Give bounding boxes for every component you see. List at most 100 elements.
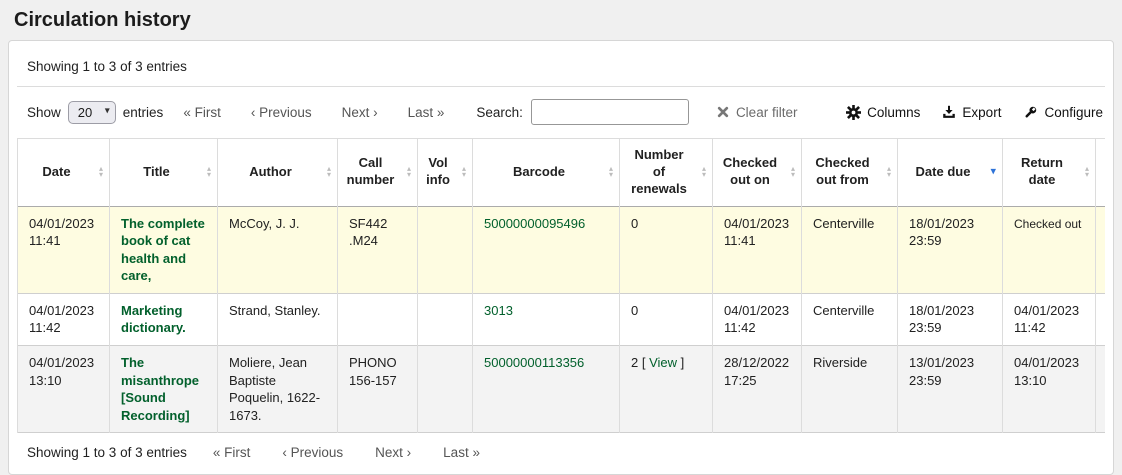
view-renewals-link[interactable]: View xyxy=(649,355,677,370)
cell-checked_out_from: Centerville xyxy=(802,206,898,293)
cell-author: Moliere, Jean Baptiste Poquelin, 1622-16… xyxy=(218,345,338,432)
column-header-label: Checked out from xyxy=(815,155,869,187)
wrench-icon xyxy=(1023,105,1038,120)
column-header-label: Title xyxy=(143,164,170,179)
cell-date: 04/01/2023 11:41 xyxy=(18,206,110,293)
cell-spacer xyxy=(1096,206,1106,293)
column-header-call-number[interactable]: Call number ▴▾ xyxy=(338,139,418,207)
table-wrapper: Date▴▾Title▴▾Author▴▾Call number▴▾Vol in… xyxy=(17,138,1105,433)
column-header-label: Date xyxy=(42,164,70,179)
column-header-title[interactable]: Title ▴▾ xyxy=(110,139,218,207)
cell-barcode: 3013 xyxy=(473,293,620,345)
entries-label: entries xyxy=(123,105,164,120)
cell-barcode: 50000000113356 xyxy=(473,345,620,432)
title-link[interactable]: The complete book of cat health and care… xyxy=(121,216,205,284)
pagination-next[interactable]: Next › xyxy=(342,105,378,120)
cell-renewals: 0 xyxy=(620,206,713,293)
column-header-date[interactable]: Date▴▾ xyxy=(18,139,110,207)
table-controls: Show 20 ▾ entries « First ‹ Previous Nex… xyxy=(17,99,1105,125)
cell-date: 04/01/2023 11:42 xyxy=(18,293,110,345)
cell-return_date: Checked out xyxy=(1003,206,1096,293)
column-header-label: Checked out on xyxy=(723,155,777,187)
barcode-link[interactable]: 3013 xyxy=(484,303,513,318)
cell-barcode: 50000000095496 xyxy=(473,206,620,293)
cell-checked_out_on: 04/01/2023 11:42 xyxy=(713,293,802,345)
page-title: Circulation history xyxy=(14,9,1122,32)
showing-info-top: Showing 1 to 3 of 3 entries xyxy=(17,49,1105,87)
column-header-label: Barcode xyxy=(513,164,565,179)
search-input[interactable] xyxy=(531,99,689,125)
pagination-last[interactable]: Last » xyxy=(408,105,445,120)
column-header-author[interactable]: Author▴▾ xyxy=(218,139,338,207)
configure-button[interactable]: Configure xyxy=(1023,105,1103,120)
cell-renewals: 2 [ View ] xyxy=(620,345,713,432)
table-row: 04/01/2023 13:10The misanthrope [Sound R… xyxy=(18,345,1106,432)
pagination-previous[interactable]: ‹ Previous xyxy=(282,445,343,460)
column-header-spacer xyxy=(1096,139,1106,207)
pagination-bottom: « First ‹ Previous Next › Last » xyxy=(213,445,480,460)
page-size-select-wrap: 20 ▾ xyxy=(68,101,116,124)
column-header-label: Date due xyxy=(916,164,971,179)
cell-author: McCoy, J. J. xyxy=(218,206,338,293)
column-header-checked-out-on[interactable]: Checked out on▴▾ xyxy=(713,139,802,207)
show-label: Show xyxy=(27,105,61,120)
title-link[interactable]: Marketing dictionary. xyxy=(121,303,186,336)
export-button[interactable]: Export xyxy=(942,105,1001,120)
column-header-label: Number of renewals xyxy=(631,147,687,196)
pagination-top: « First ‹ Previous Next › Last » xyxy=(183,105,444,120)
pagination-last[interactable]: Last » xyxy=(443,445,480,460)
table-row: 04/01/2023 11:41The complete book of cat… xyxy=(18,206,1106,293)
sort-icon: ▴▾ xyxy=(407,166,411,178)
cell-renewals: 0 xyxy=(620,293,713,345)
column-header-checked-out-from[interactable]: Checked out from ▴▾ xyxy=(802,139,898,207)
cell-return_date: 04/01/2023 13:10 xyxy=(1003,345,1096,432)
column-header-vol-info[interactable]: Vol info▴▾ xyxy=(418,139,473,207)
pagination-previous[interactable]: ‹ Previous xyxy=(251,105,312,120)
cell-date: 04/01/2023 13:10 xyxy=(18,345,110,432)
cell-title: The misanthrope [Sound Recording] xyxy=(110,345,218,432)
column-header-number-of-renewals[interactable]: Number of renewals▴▾ xyxy=(620,139,713,207)
download-icon xyxy=(942,105,956,119)
page-size-select[interactable]: 20 xyxy=(68,101,116,124)
sort-icon: ▴▾ xyxy=(1085,166,1089,178)
clear-filter-label: Clear filter xyxy=(736,105,798,120)
column-header-label: Call number xyxy=(347,155,395,187)
showing-info-bottom: Showing 1 to 3 of 3 entries xyxy=(27,445,187,460)
barcode-link[interactable]: 50000000095496 xyxy=(484,216,585,231)
column-header-label: Author xyxy=(249,164,292,179)
cell-vol_info xyxy=(418,293,473,345)
columns-button[interactable]: Columns xyxy=(846,105,920,120)
results-panel: Showing 1 to 3 of 3 entries Show 20 ▾ en… xyxy=(8,40,1114,475)
checked-out-status: Checked out xyxy=(1014,217,1081,231)
sort-icon: ▴▾ xyxy=(207,166,211,178)
clear-filter-button[interactable]: Clear filter xyxy=(717,105,798,120)
cell-vol_info xyxy=(418,345,473,432)
pagination-first[interactable]: « First xyxy=(213,445,251,460)
sort-icon: ▴▾ xyxy=(609,166,613,178)
cell-return_date: 04/01/2023 11:42 xyxy=(1003,293,1096,345)
search-label: Search: xyxy=(476,105,523,120)
pagination-first[interactable]: « First xyxy=(183,105,221,120)
column-header-date-due[interactable]: Date due▾ xyxy=(898,139,1003,207)
cell-checked_out_on: 04/01/2023 11:41 xyxy=(713,206,802,293)
barcode-link[interactable]: 50000000113356 xyxy=(484,355,584,370)
cell-vol_info xyxy=(418,206,473,293)
return-date-value: 04/01/2023 11:42 xyxy=(1014,303,1079,336)
columns-button-label: Columns xyxy=(867,105,920,120)
configure-button-label: Configure xyxy=(1044,105,1103,120)
cell-title: The complete book of cat health and care… xyxy=(110,206,218,293)
column-header-label: Return date xyxy=(1021,155,1063,187)
table-footer: Showing 1 to 3 of 3 entries « First ‹ Pr… xyxy=(17,445,1105,460)
cell-checked_out_on: 28/12/2022 17:25 xyxy=(713,345,802,432)
sort-icon: ▴▾ xyxy=(887,166,891,178)
cell-spacer xyxy=(1096,345,1106,432)
column-header-return-date[interactable]: Return date ▴▾ xyxy=(1003,139,1096,207)
circulation-table: Date▴▾Title▴▾Author▴▾Call number▴▾Vol in… xyxy=(17,138,1105,433)
pagination-next[interactable]: Next › xyxy=(375,445,411,460)
title-link[interactable]: The misanthrope [Sound Recording] xyxy=(121,355,199,423)
search-control: Search: xyxy=(476,99,689,125)
cell-checked_out_from: Riverside xyxy=(802,345,898,432)
column-header-barcode[interactable]: Barcode ▴▾ xyxy=(473,139,620,207)
export-button-label: Export xyxy=(962,105,1001,120)
cell-call_number xyxy=(338,293,418,345)
